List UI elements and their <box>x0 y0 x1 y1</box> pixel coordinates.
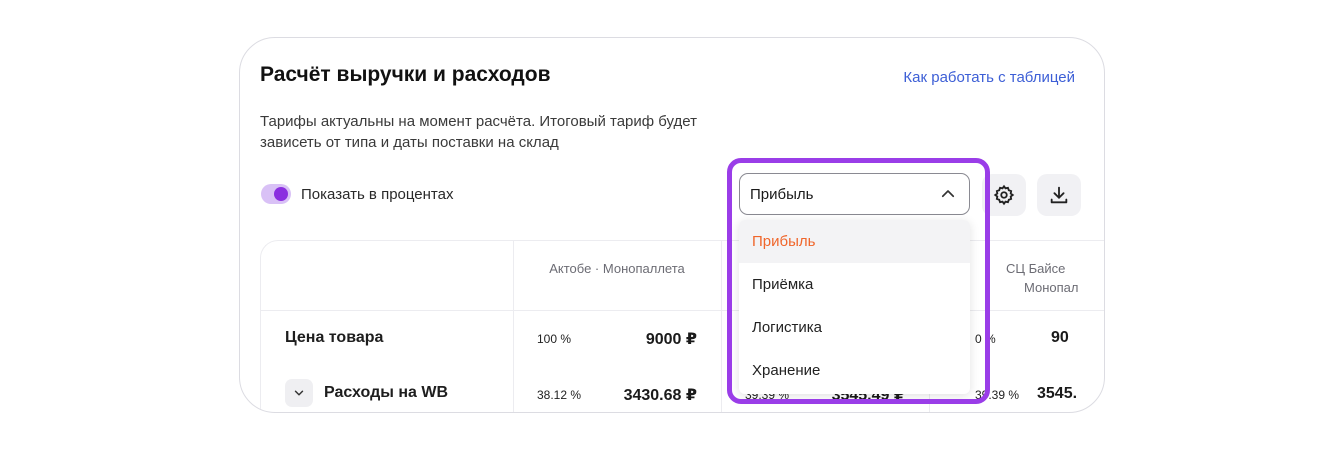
toggle-knob <box>274 187 288 201</box>
percent-toggle-label: Показать в процентах <box>301 185 454 203</box>
percent-toggle-row: Показать в процентах <box>261 184 453 204</box>
row-label-wb-expenses: Расходы на WB <box>324 384 449 401</box>
help-link[interactable]: Как работать с таблицей <box>903 69 1075 86</box>
card-title: Расчёт выручки и расходов <box>260 63 551 86</box>
column-header: СЦ Байсе Монопал <box>1006 259 1104 297</box>
column-divider <box>721 241 722 412</box>
cell-value: 3430.68 ₽ <box>623 387 697 404</box>
cell-value: 9000 ₽ <box>645 331 697 348</box>
download-icon <box>1050 186 1068 204</box>
cell-value: 3545. <box>1037 385 1078 402</box>
column-header-line: Монопал <box>1024 280 1079 295</box>
card-description: Тарифы актуальны на момент расчёта. Итог… <box>260 113 698 151</box>
column-header: Актобе · Монопаллета <box>549 261 685 276</box>
cell-value: 90 <box>1051 329 1069 346</box>
percent-toggle[interactable] <box>261 184 291 204</box>
cell-percent: 100 % <box>537 332 572 346</box>
cell-percent: 38.12 % <box>537 388 582 402</box>
expand-expenses-button[interactable] <box>285 379 313 407</box>
row-label-price: Цена товара <box>285 329 384 346</box>
column-header-line: СЦ Байсе <box>1006 261 1066 276</box>
focus-highlight-frame <box>727 158 990 404</box>
chevron-down-icon <box>294 390 304 396</box>
download-button[interactable] <box>1037 174 1081 216</box>
gear-icon <box>993 184 1015 206</box>
